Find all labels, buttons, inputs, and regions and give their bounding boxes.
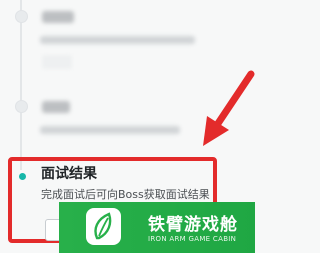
- step-description: [40, 36, 195, 44]
- step-dot: [15, 100, 28, 113]
- step-description: [40, 126, 180, 134]
- active-step-dot: [19, 173, 26, 180]
- progress-screen: 面试结果 完成面试后可向Boss获取面试结果 铁臂游戏舱 IRON ARM GA…: [0, 0, 255, 253]
- step-title: [42, 11, 74, 23]
- leaf-logo-icon: [86, 208, 121, 245]
- interview-result-title: 面试结果: [41, 166, 97, 182]
- pointer-arrow-icon: [203, 70, 255, 146]
- watermark-name: 铁臂游戏舱: [148, 215, 238, 235]
- watermark-banner: 铁臂游戏舱 IRON ARM GAME CABIN: [59, 202, 255, 253]
- timeline-line: [20, 0, 22, 170]
- step-action-button[interactable]: [42, 55, 72, 69]
- interview-result-description: 完成面试后可向Boss获取面试结果: [41, 188, 210, 201]
- step-dot: [15, 10, 28, 23]
- step-title: [42, 101, 70, 113]
- watermark-subtitle: IRON ARM GAME CABIN: [148, 235, 237, 243]
